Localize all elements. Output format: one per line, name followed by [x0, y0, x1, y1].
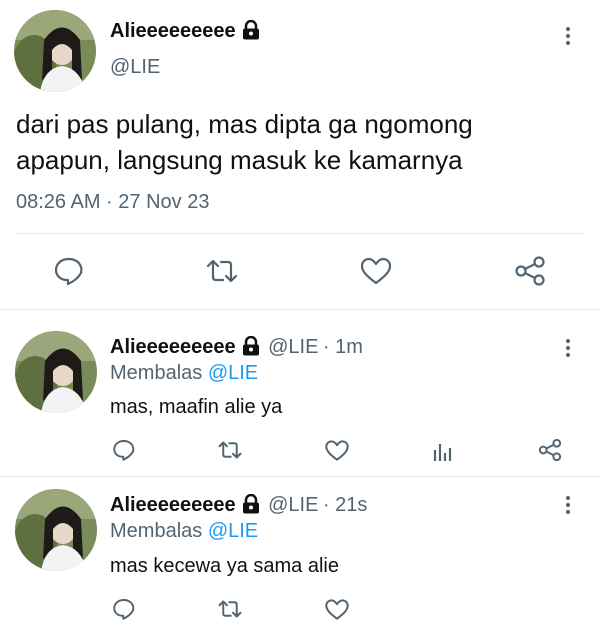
share-button[interactable] — [538, 438, 562, 462]
replying-to: Membalas @LIE — [110, 520, 258, 543]
reply-header: Alieeeeeeeee @LIE · 21s — [110, 493, 367, 519]
avatar[interactable] — [15, 331, 97, 413]
more-options-button[interactable] — [564, 493, 572, 517]
more-vertical-icon — [566, 339, 570, 343]
comment-bubble-icon — [113, 599, 135, 620]
display-name[interactable]: Alieeeeeeeee — [110, 494, 236, 516]
comment-bubble-icon — [54, 257, 83, 286]
like-button[interactable] — [359, 256, 393, 286]
reply-time[interactable]: · 21s — [323, 494, 367, 516]
retweet-icon — [218, 441, 242, 459]
reply-time[interactable]: · 1m — [323, 336, 363, 358]
reply-text: mas kecewa ya sama alie — [110, 555, 339, 577]
lock-icon — [242, 335, 260, 361]
share-button[interactable] — [514, 255, 546, 287]
heart-icon — [325, 599, 349, 620]
like-button[interactable] — [324, 598, 350, 621]
more-vertical-icon — [566, 496, 570, 500]
replying-label: Membalas — [110, 520, 203, 542]
lock-icon — [242, 493, 260, 519]
tweet-divider — [0, 476, 600, 477]
reply-text: mas, maafin alie ya — [110, 396, 283, 418]
display-name-text[interactable]: Alieeeeeeeee — [110, 20, 236, 42]
replying-label: Membalas — [110, 362, 203, 384]
retweet-button[interactable] — [217, 597, 243, 621]
analytics-icon — [433, 444, 452, 461]
replying-mention[interactable]: @LIE — [208, 520, 258, 542]
tweet-timestamp[interactable]: 08:26 AM · 27 Nov 23 — [16, 191, 209, 214]
more-options-button[interactable] — [564, 336, 572, 360]
share-icon — [515, 256, 545, 286]
avatar[interactable] — [14, 10, 96, 92]
reply-button[interactable] — [112, 597, 136, 621]
replying-to: Membalas @LIE — [110, 362, 258, 385]
retweet-button[interactable] — [217, 438, 243, 462]
like-button[interactable] — [324, 439, 350, 462]
comment-bubble-icon — [113, 440, 135, 461]
lock-icon — [242, 19, 260, 46]
retweet-icon — [206, 259, 238, 283]
user-handle[interactable]: @LIE — [268, 336, 318, 358]
share-icon — [538, 438, 562, 462]
reply-button[interactable] — [53, 255, 85, 287]
display-name[interactable]: Alieeeeeeeee — [110, 336, 236, 358]
avatar[interactable] — [15, 489, 97, 571]
heart-icon — [360, 257, 392, 285]
tweet-text-line: dari pas pulang, mas dipta ga ngomong — [16, 109, 473, 139]
more-vertical-icon — [566, 27, 570, 31]
retweet-button[interactable] — [205, 255, 239, 287]
replying-mention[interactable]: @LIE — [208, 362, 258, 384]
tweet-text: dari pas pulang, mas dipta ga ngomong ap… — [16, 106, 473, 178]
user-handle[interactable]: @LIE — [110, 56, 160, 79]
more-options-button[interactable] — [564, 24, 572, 48]
retweet-icon — [218, 600, 242, 618]
display-name[interactable]: Alieeeeeeeee — [110, 19, 260, 46]
reply-header: Alieeeeeeeee @LIE · 1m — [110, 335, 363, 361]
tweet-text-line: apapun, langsung masuk ke kamarnya — [16, 145, 463, 175]
heart-icon — [325, 440, 349, 461]
tweet-divider — [0, 309, 600, 310]
analytics-button[interactable] — [433, 440, 453, 462]
timestamp-divider — [16, 233, 584, 234]
reply-button[interactable] — [112, 438, 136, 462]
user-handle[interactable]: @LIE — [268, 494, 318, 516]
